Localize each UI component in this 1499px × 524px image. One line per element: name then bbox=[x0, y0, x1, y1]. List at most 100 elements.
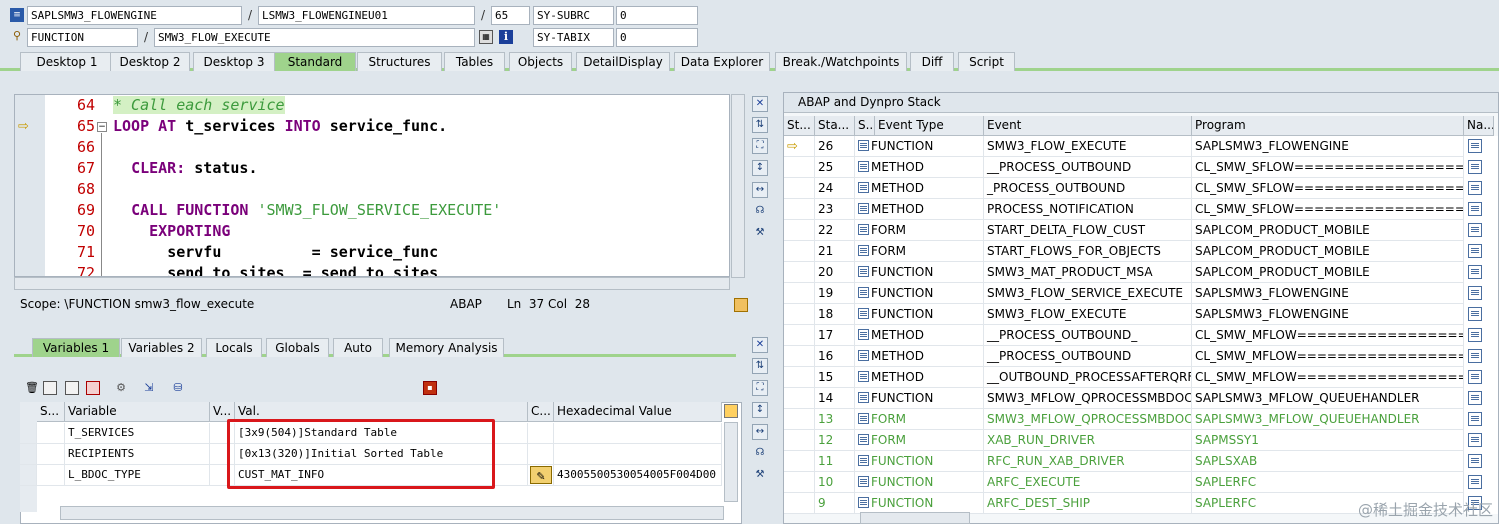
var-c-cell[interactable] bbox=[528, 444, 554, 465]
stack-event-cell[interactable]: __PROCESS_OUTBOUND bbox=[984, 346, 1192, 367]
stack-event-type-cell[interactable]: FORM bbox=[855, 241, 984, 262]
stack-level-cell[interactable]: 20 bbox=[815, 262, 855, 283]
code-line[interactable]: 66 bbox=[15, 137, 729, 158]
stack-col-status[interactable]: St... bbox=[784, 116, 815, 136]
save-variant-icon[interactable] bbox=[86, 381, 100, 395]
stack-status-cell[interactable] bbox=[784, 451, 815, 472]
navigate-icon[interactable] bbox=[1468, 349, 1482, 363]
code-line[interactable]: 67 CLEAR: status. bbox=[15, 158, 729, 179]
code-line[interactable]: 68 bbox=[15, 179, 729, 200]
stack-event-cell[interactable]: SMW3_FLOW_EXECUTE bbox=[984, 304, 1192, 325]
hierarchy-icon[interactable]: ⚙ bbox=[114, 381, 128, 395]
stack-event-type-cell[interactable]: METHOD bbox=[855, 199, 984, 220]
tab-locals[interactable]: Locals bbox=[206, 338, 262, 357]
stack-col-event[interactable]: Event bbox=[984, 116, 1192, 136]
stack-event-type-cell[interactable]: FUNCTION bbox=[855, 388, 984, 409]
stack-status-cell[interactable] bbox=[784, 367, 815, 388]
stack-event-cell[interactable]: SMW3_FLOW_EXECUTE bbox=[984, 136, 1192, 157]
stack-level-cell[interactable]: 26 bbox=[815, 136, 855, 157]
var-status-cell[interactable] bbox=[37, 465, 65, 486]
editor-vscrollbar[interactable] bbox=[731, 94, 745, 278]
tab-desktop-3[interactable]: Desktop 3 bbox=[193, 52, 275, 71]
code-line[interactable]: 69 CALL FUNCTION 'SMW3_FLOW_SERVICE_EXEC… bbox=[15, 200, 729, 221]
edit-value-icon[interactable]: ✎ bbox=[530, 466, 552, 484]
stack-event-cell[interactable]: ARFC_EXECUTE bbox=[984, 472, 1192, 493]
tab-breakpoints[interactable]: Break./Watchpoints bbox=[775, 52, 907, 71]
stack-event-type-cell[interactable]: METHOD bbox=[855, 346, 984, 367]
row-selector[interactable] bbox=[20, 423, 37, 444]
stack-hscrollbar[interactable] bbox=[860, 512, 970, 524]
grid-hscrollbar[interactable] bbox=[60, 506, 724, 520]
folder-icon[interactable]: ⛁ bbox=[171, 381, 185, 395]
stack-level-cell[interactable]: 25 bbox=[815, 157, 855, 178]
stack-event-cell[interactable]: __PROCESS_OUTBOUND bbox=[984, 157, 1192, 178]
stack-level-cell[interactable]: 14 bbox=[815, 388, 855, 409]
var-col-hex[interactable]: Hexadecimal Value bbox=[554, 402, 722, 422]
source-editor[interactable]: 64 * Call each service 65 LOOP AT t_service… bbox=[14, 94, 730, 277]
stack-status-cell[interactable] bbox=[784, 199, 815, 220]
swap-icon[interactable]: ⇅ bbox=[752, 358, 768, 374]
code-line[interactable]: 71 servfu = service_func bbox=[15, 242, 729, 263]
grid-vscrollbar[interactable] bbox=[724, 422, 738, 502]
stack-event-type-cell[interactable]: FUNCTION bbox=[855, 304, 984, 325]
stack-program-cell[interactable]: SAPLSMW3_MFLOW_QUEUEHANDLER bbox=[1192, 388, 1464, 409]
stack-event-cell[interactable]: SMW3_MFLOW_QPROCESSMBDOC bbox=[984, 388, 1192, 409]
var-col-c[interactable]: C... bbox=[528, 402, 554, 422]
import-icon[interactable] bbox=[65, 381, 79, 395]
save-icon[interactable]: ▪ bbox=[423, 381, 437, 395]
navigate-icon[interactable] bbox=[1468, 139, 1482, 153]
stack-program-cell[interactable]: SAPLSMW3_FLOWENGINE bbox=[1192, 304, 1464, 325]
stack-status-cell[interactable] bbox=[784, 241, 815, 262]
code-line[interactable]: 64 * Call each service bbox=[15, 95, 729, 116]
column-settings-icon[interactable] bbox=[724, 404, 738, 418]
stack-event-cell[interactable]: SMW3_MAT_PRODUCT_MSA bbox=[984, 262, 1192, 283]
stack-col-nav[interactable]: Na... bbox=[1464, 116, 1494, 136]
stack-event-type-cell[interactable]: FORM bbox=[855, 430, 984, 451]
var-col-status[interactable]: S... bbox=[37, 402, 65, 422]
stack-program-cell[interactable]: CL_SMW_SFLOW==================C... bbox=[1192, 157, 1464, 178]
navigate-icon[interactable] bbox=[1468, 223, 1482, 237]
event-name-field[interactable]: SMW3_FLOW_EXECUTE bbox=[154, 28, 475, 47]
stack-level-cell[interactable]: 9 bbox=[815, 493, 855, 514]
stack-program-cell[interactable]: SAPLCOM_PRODUCT_MOBILE bbox=[1192, 262, 1464, 283]
tab-variables-1[interactable]: Variables 1 bbox=[32, 338, 120, 357]
var-hex-cell[interactable] bbox=[554, 423, 722, 444]
expand-vertical-icon[interactable]: ↕ bbox=[752, 402, 768, 418]
expand-horizontal-icon[interactable]: ↔ bbox=[752, 424, 768, 440]
stack-level-cell[interactable]: 13 bbox=[815, 409, 855, 430]
stack-event-type-cell[interactable]: FUNCTION bbox=[855, 262, 984, 283]
stack-program-cell[interactable]: SAPLSMW3_FLOWENGINE bbox=[1192, 136, 1464, 157]
stack-col-event-type[interactable]: Event Type bbox=[875, 116, 984, 136]
stack-col-s[interactable]: S... bbox=[855, 116, 875, 136]
stack-program-cell[interactable]: SAPLCOM_PRODUCT_MOBILE bbox=[1192, 220, 1464, 241]
headset-icon[interactable]: ☊ bbox=[752, 446, 768, 462]
stack-level-cell[interactable]: 24 bbox=[815, 178, 855, 199]
var-c-cell[interactable] bbox=[528, 423, 554, 444]
row-selector[interactable] bbox=[20, 444, 37, 465]
stack-status-cell[interactable] bbox=[784, 283, 815, 304]
stack-level-cell[interactable]: 17 bbox=[815, 325, 855, 346]
table-icon[interactable]: ▦ bbox=[479, 30, 493, 44]
stack-program-cell[interactable]: CL_SMW_MFLOW=================... bbox=[1192, 346, 1464, 367]
var-name-cell[interactable]: RECIPIENTS bbox=[65, 444, 210, 465]
code-line[interactable]: 65 LOOP AT t_services INTO service_func. bbox=[15, 116, 729, 137]
stack-status-cell[interactable] bbox=[784, 325, 815, 346]
expand-horizontal-icon[interactable]: ↔ bbox=[752, 182, 768, 198]
tab-objects[interactable]: Objects bbox=[509, 52, 572, 71]
maximize-icon[interactable]: ⛶ bbox=[752, 380, 768, 396]
var-col-variable[interactable]: Variable bbox=[65, 402, 210, 422]
stack-event-cell[interactable]: ARFC_DEST_SHIP bbox=[984, 493, 1192, 514]
sy-tabix-value[interactable]: 0 bbox=[616, 28, 698, 47]
stack-status-cell[interactable] bbox=[784, 493, 815, 514]
stack-status-cell[interactable] bbox=[784, 262, 815, 283]
tab-tables[interactable]: Tables bbox=[444, 52, 505, 71]
tab-globals[interactable]: Globals bbox=[266, 338, 329, 357]
delete-icon[interactable]: 🗑 bbox=[25, 381, 39, 395]
stack-event-type-cell[interactable]: FUNCTION bbox=[855, 136, 984, 157]
tab-standard[interactable]: Standard bbox=[274, 52, 356, 71]
stack-status-cell[interactable] bbox=[784, 304, 815, 325]
note-icon[interactable] bbox=[734, 298, 748, 312]
stack-level-cell[interactable]: 16 bbox=[815, 346, 855, 367]
stack-col-program[interactable]: Program bbox=[1192, 116, 1464, 136]
include-field[interactable]: LSMW3_FLOWENGINEU01 bbox=[258, 6, 475, 25]
